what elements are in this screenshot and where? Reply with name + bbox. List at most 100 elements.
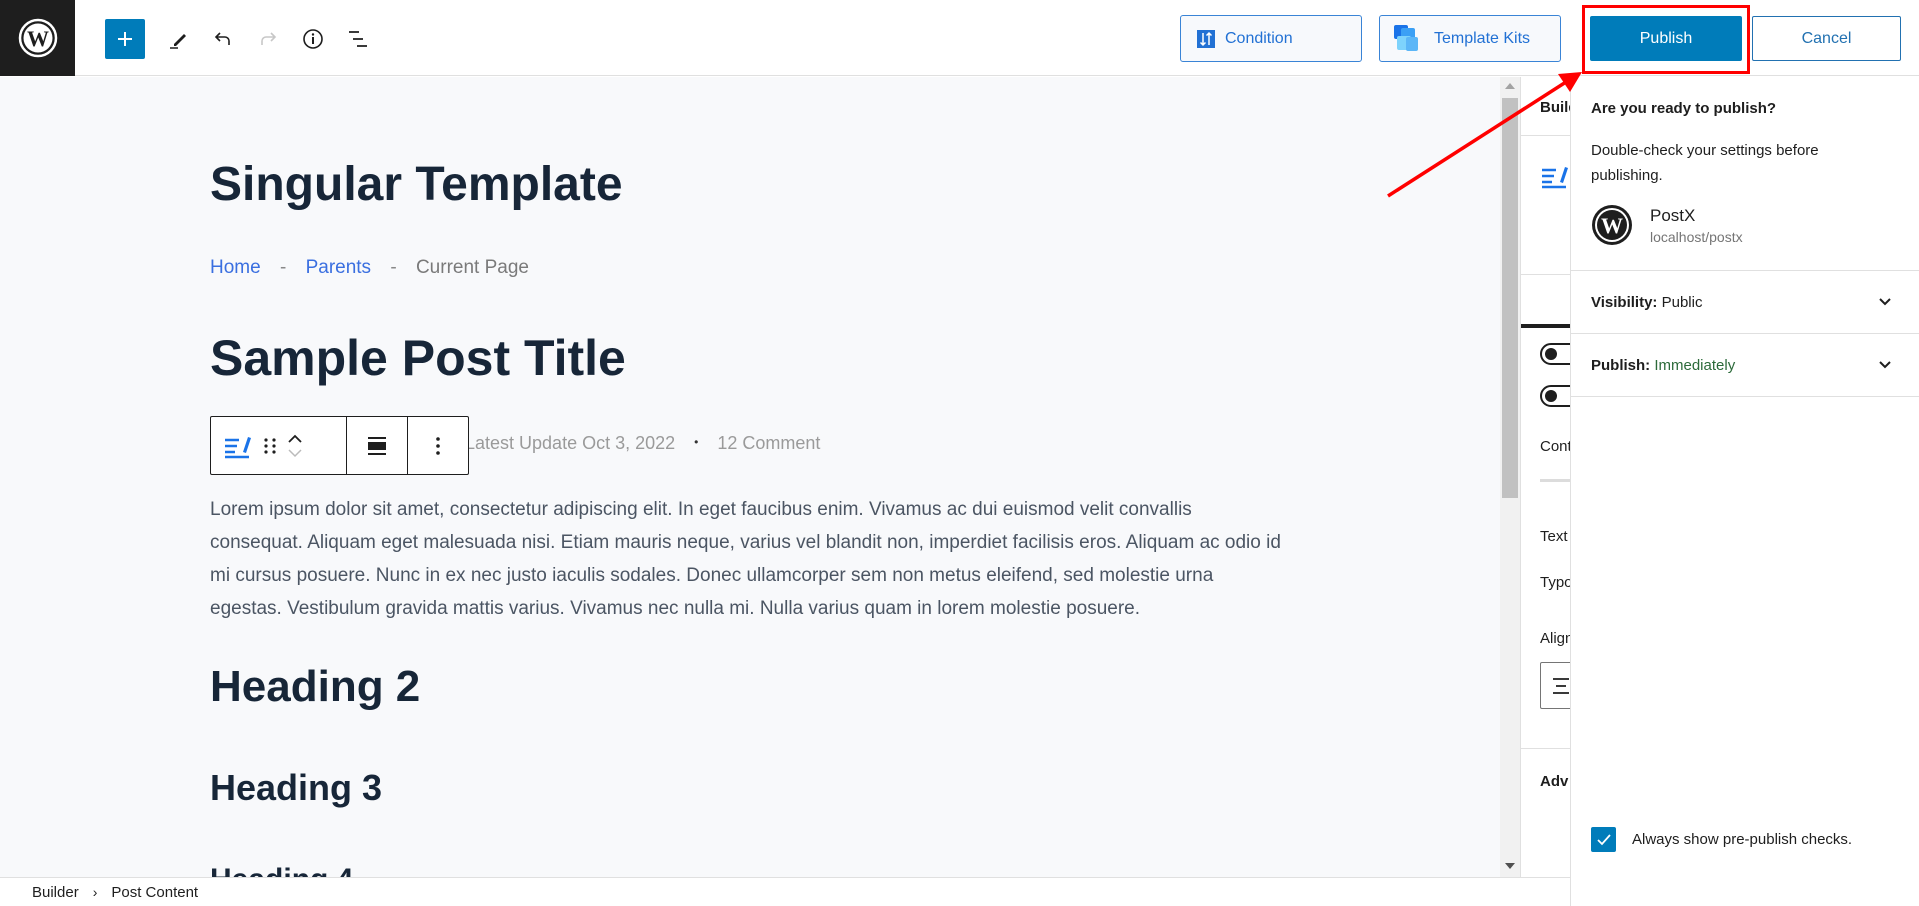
publish-schedule-row[interactable]: Publish: Immediately xyxy=(1571,333,1919,396)
block-toolbar xyxy=(210,416,469,475)
divider xyxy=(1521,135,1570,136)
toggle-switch[interactable] xyxy=(1540,385,1570,407)
condition-button[interactable]: Condition xyxy=(1180,15,1362,62)
template-kits-button[interactable]: Template Kits xyxy=(1379,15,1561,62)
condition-icon xyxy=(1197,29,1215,48)
site-title[interactable]: Singular Template xyxy=(210,157,623,212)
breadcrumb-parents[interactable]: Parents xyxy=(306,257,371,278)
heading-4[interactable]: Heading 4 xyxy=(210,863,353,877)
scroll-up-arrow-icon[interactable] xyxy=(1505,83,1515,89)
more-options-icon xyxy=(436,436,440,455)
template-kits-icon xyxy=(1394,24,1418,51)
block-mover xyxy=(287,434,303,458)
chevron-right-icon: › xyxy=(92,884,98,900)
site-icon: W xyxy=(1592,205,1632,245)
pre-publish-description: Double-check your settings before publis… xyxy=(1591,142,1819,184)
alignment-control[interactable] xyxy=(1540,662,1570,709)
publish-value: Immediately xyxy=(1654,356,1736,374)
condition-label: Condition xyxy=(1225,29,1293,47)
more-options-button[interactable] xyxy=(435,435,441,457)
block-toolbar-group-3 xyxy=(408,417,468,474)
breadcrumb: Home - Parents - Current Page xyxy=(210,257,529,279)
move-down-icon[interactable] xyxy=(287,448,303,458)
block-type-button[interactable] xyxy=(223,433,253,459)
checkmark-icon xyxy=(1596,833,1611,845)
wordpress-logo-icon: W xyxy=(18,18,57,58)
cancel-button[interactable]: Cancel xyxy=(1752,16,1901,61)
drag-handle[interactable] xyxy=(263,436,277,456)
sidebar-label: Text xyxy=(1540,528,1568,545)
list-view-button[interactable] xyxy=(338,19,378,59)
redo-icon xyxy=(261,32,277,45)
meta-update: Latest Update Oct 3, 2022 xyxy=(465,433,676,453)
svg-text:W: W xyxy=(1601,213,1623,238)
pre-publish-question: Are you ready to publish? xyxy=(1591,100,1777,117)
builder-tab[interactable]: Builder xyxy=(1540,99,1570,116)
always-show-checkbox[interactable] xyxy=(1591,827,1616,852)
undo-button[interactable] xyxy=(203,19,243,59)
chevron-down-icon xyxy=(1879,361,1891,369)
details-button[interactable] xyxy=(293,19,333,59)
tools-button[interactable] xyxy=(158,19,198,59)
undo-icon xyxy=(214,32,230,45)
info-icon xyxy=(303,29,323,49)
canvas-scrollbar[interactable] xyxy=(1500,77,1520,877)
block-breadcrumb-footer: Builder › Post Content xyxy=(0,877,1570,906)
scroll-down-arrow-icon[interactable] xyxy=(1505,863,1515,869)
chevron-down-icon xyxy=(1879,298,1891,306)
post-paragraph[interactable]: Lorem ipsum dolor sit amet, consectetur … xyxy=(210,493,1290,625)
post-meta: Latest Update Oct 3, 2022 • 12 Comment xyxy=(465,433,820,454)
breadcrumb-separator: - xyxy=(279,257,287,278)
block-type-icon xyxy=(1542,167,1568,189)
breadcrumb-current: Current Page xyxy=(415,257,529,278)
divider xyxy=(1571,396,1919,397)
wordpress-logo-button[interactable]: W xyxy=(0,0,75,76)
site-card: W PostX localhost/postx xyxy=(1591,204,1743,246)
divider xyxy=(1521,748,1570,749)
heading-3[interactable]: Heading 3 xyxy=(210,767,382,809)
visibility-label: Visibility: xyxy=(1591,293,1658,311)
editor-root: W Condition Template Kits Publish Cancel… xyxy=(0,0,1919,906)
publish-label: Publish: xyxy=(1591,356,1651,374)
site-url: localhost/postx xyxy=(1650,228,1743,245)
pencil-icon xyxy=(170,34,186,49)
toggle-switch[interactable] xyxy=(1540,343,1570,365)
align-icon xyxy=(367,436,386,455)
always-show-label[interactable]: Always show pre-publish checks. xyxy=(1632,831,1852,848)
footer-crumb-post-content[interactable]: Post Content xyxy=(111,884,198,901)
align-center-icon xyxy=(1553,678,1569,694)
add-block-button[interactable] xyxy=(105,19,145,59)
divider xyxy=(1521,274,1570,275)
align-button[interactable] xyxy=(366,435,388,457)
visibility-value: Public xyxy=(1661,293,1703,311)
drag-handle-icon xyxy=(264,437,276,454)
site-name: PostX xyxy=(1650,205,1696,225)
plus-icon xyxy=(118,32,132,46)
scroll-thumb[interactable] xyxy=(1502,98,1518,498)
sidebar-label: Cont xyxy=(1540,438,1570,455)
template-kits-label: Template Kits xyxy=(1434,29,1531,47)
range-slider[interactable] xyxy=(1540,479,1570,482)
sidebar-label-advanced[interactable]: Adv xyxy=(1540,773,1568,790)
builder-sidebar: Builder Cont Text Typo Align Adv xyxy=(1520,77,1570,877)
heading-2[interactable]: Heading 2 xyxy=(210,662,420,712)
sidebar-label: Align xyxy=(1540,630,1570,647)
editor-canvas: Singular Template Home - Parents - Curre… xyxy=(0,77,1500,877)
publish-button[interactable]: Publish xyxy=(1590,16,1742,61)
move-up-icon[interactable] xyxy=(287,434,303,444)
block-toolbar-group-1 xyxy=(211,417,347,474)
footer-crumb-builder[interactable]: Builder xyxy=(32,884,79,901)
svg-text:W: W xyxy=(27,26,49,51)
block-type-icon xyxy=(225,436,251,458)
meta-comments[interactable]: 12 Comment xyxy=(717,433,820,453)
sidebar-label: Typo xyxy=(1540,574,1570,591)
visibility-row[interactable]: Visibility: Public xyxy=(1571,270,1919,333)
active-tab-indicator xyxy=(1521,324,1570,328)
meta-dot: • xyxy=(694,435,699,449)
breadcrumb-home[interactable]: Home xyxy=(210,257,261,278)
post-title[interactable]: Sample Post Title xyxy=(210,329,626,387)
block-toolbar-group-2 xyxy=(347,417,409,474)
redo-button[interactable] xyxy=(248,19,288,59)
always-show-checks: Always show pre-publish checks. xyxy=(1591,827,1852,852)
list-view-icon xyxy=(349,31,367,47)
